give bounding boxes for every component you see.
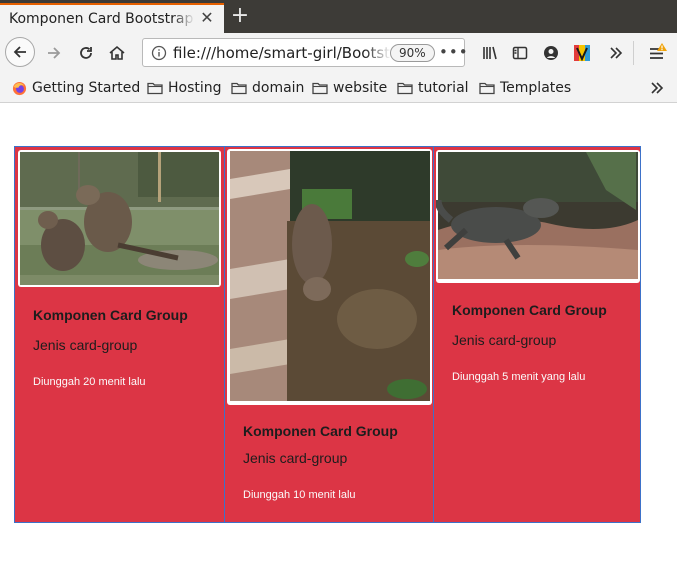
browser-titlebar: Komponen Card Bootstrap 4 ✕ +: [0, 0, 677, 33]
page-actions-icon[interactable]: •••: [439, 43, 469, 61]
folder-icon: [397, 82, 413, 95]
bookmark-folder-templates[interactable]: Templates: [479, 79, 571, 97]
bookmark-label: domain: [252, 80, 305, 96]
chevrons-right-icon: [651, 82, 664, 94]
bookmark-getting-started[interactable]: Getting Started: [12, 79, 140, 97]
back-button[interactable]: [5, 37, 35, 67]
tab-close-icon[interactable]: ✕: [198, 9, 216, 27]
folder-icon: [312, 82, 328, 95]
card-title: Komponen Card Group: [33, 307, 188, 323]
bookmark-label: Templates: [500, 80, 572, 96]
back-arrow-icon: [13, 46, 26, 58]
firefox-icon: [12, 81, 27, 95]
folder-icon: [479, 82, 495, 95]
forward-button[interactable]: [40, 39, 68, 67]
forward-arrow-icon: [48, 47, 61, 59]
card-upload-time: Diunggah 10 menit lalu: [243, 489, 356, 501]
home-icon: [109, 45, 125, 60]
bookmark-label: website: [333, 80, 388, 96]
sidebar-icon: [512, 46, 528, 60]
browser-tab[interactable]: Komponen Card Bootstrap 4 ✕: [0, 3, 224, 33]
card-text: Jenis card-group: [33, 337, 138, 353]
card: Komponen Card Group Jenis card-group Diu…: [15, 147, 224, 522]
library-icon: [483, 46, 497, 60]
warthog-photo: [230, 151, 430, 401]
bookmark-label: tutorial: [418, 80, 469, 96]
bookmarks-overflow-button[interactable]: [649, 79, 670, 97]
tab-title: Komponen Card Bootstrap 4: [9, 11, 195, 27]
card-title: Komponen Card Group: [452, 302, 607, 318]
sidebar-button[interactable]: [506, 39, 534, 67]
account-icon: [544, 46, 558, 60]
bookmark-label: Getting Started: [32, 80, 141, 96]
extension-button[interactable]: [568, 39, 596, 67]
reload-button[interactable]: [72, 39, 100, 67]
sync-account-button[interactable]: [537, 39, 565, 67]
bookmark-folder-tutorial[interactable]: tutorial: [397, 79, 469, 97]
card: Komponen Card Group Jenis card-group Diu…: [433, 147, 640, 522]
extension-v-icon: [574, 45, 590, 62]
hamburger-menu-icon: [650, 43, 667, 59]
card-text: Jenis card-group: [452, 332, 557, 348]
card-image-warthog: [227, 149, 432, 405]
reload-icon: [80, 47, 92, 59]
card-group: Komponen Card Group Jenis card-group Diu…: [14, 146, 641, 523]
main-menu-button[interactable]: [643, 39, 671, 67]
card-upload-time: Diunggah 5 menit yang lalu: [452, 371, 586, 383]
url-bar[interactable]: file:///home/smart-girl/Bootstrap 90% ••…: [142, 38, 468, 67]
info-icon[interactable]: [151, 45, 167, 61]
folder-icon: [147, 82, 163, 95]
card-title: Komponen Card Group: [243, 423, 398, 439]
home-button[interactable]: [103, 39, 131, 67]
url-text[interactable]: file:///home/smart-girl/Bootstrap: [173, 44, 391, 62]
bookmark-label: Hosting: [168, 80, 222, 96]
folder-icon: [231, 82, 247, 95]
library-button[interactable]: [476, 39, 504, 67]
card-upload-time: Diunggah 20 menit lalu: [33, 376, 146, 388]
card-image-wallaby: [18, 150, 221, 287]
navigation-toolbar: file:///home/smart-girl/Bootstrap 90% ••…: [0, 33, 677, 72]
wallaby-photo: [20, 152, 219, 285]
chevrons-right-icon: [610, 47, 623, 59]
card-image-komodo: [436, 150, 640, 283]
bookmark-folder-website[interactable]: website: [312, 79, 387, 97]
zoom-level-badge[interactable]: 90%: [390, 44, 435, 62]
bookmarks-toolbar: Getting Started Hosting domain website t…: [0, 72, 677, 103]
card-text: Jenis card-group: [243, 450, 348, 466]
bookmark-folder-hosting[interactable]: Hosting: [147, 79, 222, 97]
toolbar-separator: [633, 41, 634, 65]
overflow-menu-button[interactable]: [602, 39, 630, 67]
bookmark-folder-domain[interactable]: domain: [231, 79, 304, 97]
card: Komponen Card Group Jenis card-group Diu…: [224, 147, 433, 522]
plus-icon[interactable]: +: [229, 5, 251, 27]
komodo-dragon-photo: [436, 152, 638, 279]
